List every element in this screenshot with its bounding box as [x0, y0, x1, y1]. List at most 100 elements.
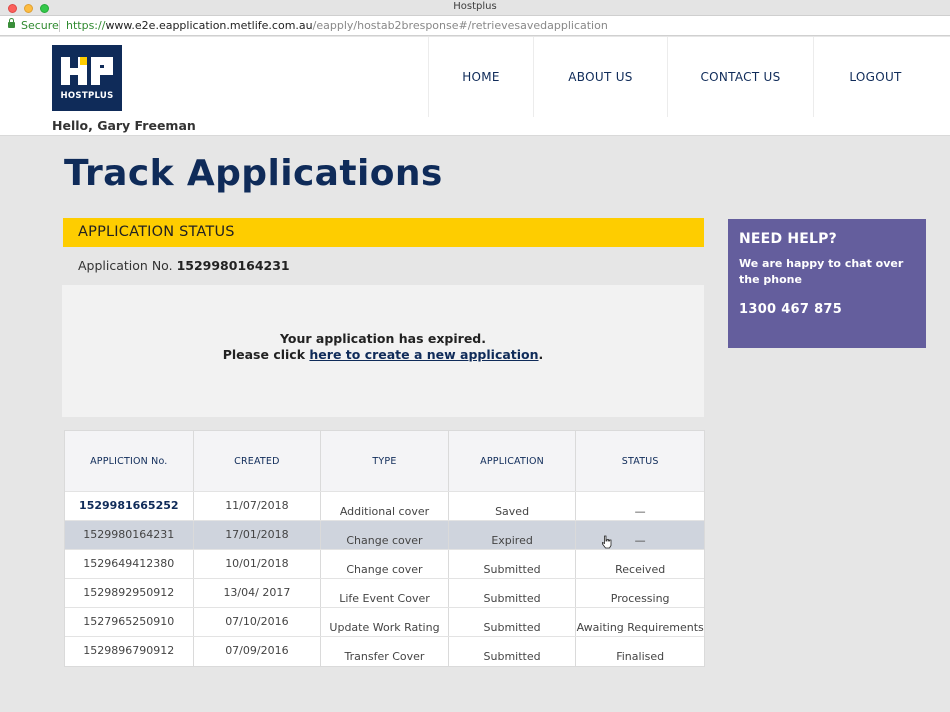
cell-type: Change cover [321, 550, 449, 578]
created-date: 17/01/2018 [225, 528, 289, 541]
table-header-row: APPLICTION No. CREATED TYPE APPLICATION … [65, 431, 704, 492]
cell-type: Life Event Cover [321, 579, 449, 607]
created-date: 10/01/2018 [225, 557, 289, 570]
cell-status: — [576, 492, 704, 520]
expired-message-box: Your application has expired. Please cli… [62, 285, 704, 417]
cover-type: Transfer Cover [344, 650, 425, 663]
column-header-created[interactable]: CREATED [194, 431, 322, 491]
cell-application: Submitted [449, 608, 577, 636]
nav-about-us[interactable]: ABOUT US [533, 37, 667, 117]
window-title: Hostplus [453, 1, 497, 12]
url-scheme: https:// [66, 19, 106, 32]
status-value: Processing [610, 592, 670, 605]
application-number-value: 1529980164231 [176, 258, 290, 273]
column-header-application-no[interactable]: APPLICTION No. [65, 431, 194, 491]
expired-prefix: Please click [222, 347, 306, 362]
created-date: 13/04/ 2017 [223, 586, 291, 599]
cell-type: Change cover [321, 521, 449, 549]
cell-status: Received [576, 550, 704, 578]
created-date: 07/09/2016 [225, 644, 289, 657]
cell-application-no[interactable]: 1529892950912 [65, 579, 194, 607]
need-help-heading: NEED HELP? [739, 231, 837, 247]
column-header-type[interactable]: TYPE [321, 431, 449, 491]
cell-created: 13/04/ 2017 [194, 579, 322, 607]
address-bar[interactable]: Secure https://www.e2e.eapplication.metl… [0, 16, 950, 36]
cell-type: Additional cover [321, 492, 449, 520]
application-status-heading: APPLICATION STATUS [63, 218, 704, 247]
address-separator [59, 20, 60, 32]
status-value: Finalised [616, 650, 665, 663]
cell-status: Processing [576, 579, 704, 607]
hostplus-logo-mark [61, 57, 113, 85]
pointer-cursor-icon [602, 535, 612, 549]
column-header-status[interactable]: STATUS [576, 431, 704, 491]
nav-logout[interactable]: LOGOUT [813, 37, 937, 117]
create-new-application-link[interactable]: here to create a new application [309, 347, 538, 362]
application-state: Submitted [483, 650, 541, 663]
expired-message: Your application has expired. [280, 331, 486, 346]
url-text[interactable]: https://www.e2e.eapplication.metlife.com… [66, 16, 608, 36]
cell-application: Saved [449, 492, 577, 520]
secure-label: Secure [21, 19, 59, 32]
application-no: 1529896790912 [83, 644, 175, 657]
status-value: Received [615, 563, 666, 576]
table-row[interactable]: 1529649412380 10/01/2018 Change cover Su… [65, 550, 704, 579]
cell-application-no[interactable]: 1529980164231 [65, 521, 194, 549]
cell-status: — [576, 521, 704, 549]
created-date: 07/10/2016 [225, 615, 289, 628]
table-row[interactable]: 1529892950912 13/04/ 2017 Life Event Cov… [65, 579, 704, 608]
cell-status: Finalised [576, 637, 704, 666]
expired-suffix: . [538, 347, 544, 362]
window-titlebar: Hostplus [0, 0, 950, 16]
need-help-panel: NEED HELP? We are happy to chat over the… [728, 219, 926, 348]
cover-type: Change cover [346, 563, 423, 576]
application-no: 1529649412380 [83, 557, 175, 570]
table-row[interactable]: 1529981665252 11/07/2018 Additional cove… [65, 492, 704, 521]
status-value: — [634, 505, 646, 518]
column-header-application[interactable]: APPLICATION [449, 431, 577, 491]
user-greeting: Hello, Gary Freeman [52, 118, 196, 133]
need-help-text: We are happy to chat over the phone [739, 257, 904, 286]
cell-created: 10/01/2018 [194, 550, 322, 578]
cell-status: Awaiting Requirements [576, 608, 704, 636]
url-host: www.e2e.eapplication.metlife.com.au [105, 19, 313, 32]
cell-type: Update Work Rating [321, 608, 449, 636]
cell-created: 07/09/2016 [194, 637, 322, 666]
main-nav: HOME ABOUT US CONTACT US LOGOUT [428, 37, 937, 117]
cell-application-no[interactable]: 1529981665252 [65, 492, 194, 520]
application-state: Submitted [483, 621, 541, 634]
table-row[interactable]: 1527965250910 07/10/2016 Update Work Rat… [65, 608, 704, 637]
create-new-application-message: Please click here to create a new applic… [62, 347, 704, 362]
cover-type: Life Event Cover [339, 592, 430, 605]
cell-application-no[interactable]: 1529649412380 [65, 550, 194, 578]
application-no: 1529892950912 [83, 586, 175, 599]
nav-contact-us[interactable]: CONTACT US [667, 37, 813, 117]
application-no: 1529980164231 [83, 528, 175, 541]
help-phone-number[interactable]: 1300 467 875 [739, 302, 915, 317]
created-date: 11/07/2018 [225, 499, 289, 512]
cover-type: Update Work Rating [329, 621, 440, 634]
status-value: Awaiting Requirements [576, 621, 704, 634]
lock-icon [8, 18, 15, 28]
hostplus-logo[interactable]: HOSTPLUS [52, 45, 122, 111]
application-state: Saved [495, 505, 530, 518]
cell-application-no[interactable]: 1529896790912 [65, 637, 194, 666]
cell-application: Submitted [449, 550, 577, 578]
cell-created: 11/07/2018 [194, 492, 322, 520]
application-number-label: Application No. [78, 258, 173, 273]
status-value: — [634, 534, 646, 547]
application-state: Expired [491, 534, 533, 547]
application-no: 1527965250910 [83, 615, 175, 628]
hostplus-logo-text: HOSTPLUS [60, 91, 114, 101]
table-row[interactable]: 1529896790912 07/09/2016 Transfer Cover … [65, 637, 704, 666]
application-state: Submitted [483, 592, 541, 605]
cell-created: 17/01/2018 [194, 521, 322, 549]
url-path: /eapply/hostab2bresponse#/retrievesaveda… [312, 19, 608, 32]
application-no-link[interactable]: 1529981665252 [79, 492, 179, 520]
cell-created: 07/10/2016 [194, 608, 322, 636]
nav-home[interactable]: HOME [428, 37, 533, 117]
cell-application: Submitted [449, 637, 577, 666]
cell-type: Transfer Cover [321, 637, 449, 666]
cell-application-no[interactable]: 1527965250910 [65, 608, 194, 636]
cell-application: Submitted [449, 579, 577, 607]
